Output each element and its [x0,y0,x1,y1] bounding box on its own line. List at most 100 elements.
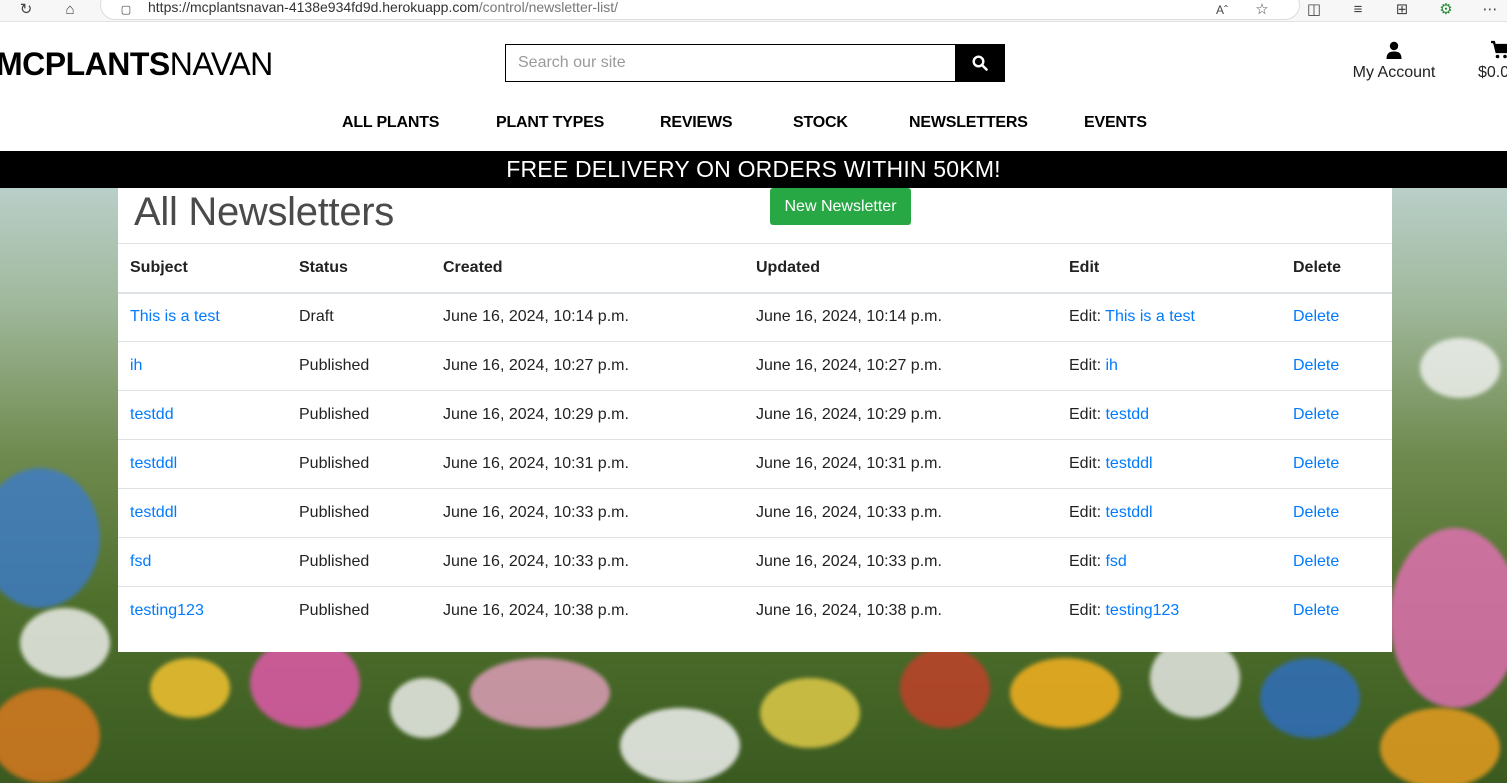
table-row: testddl Published June 16, 2024, 10:31 p.m… [118,439,1392,489]
cell-subject: testddl [118,439,287,489]
subject-link[interactable]: ih [130,357,142,374]
delete-link[interactable]: Delete [1293,357,1339,374]
edit-prefix: Edit: [1069,406,1102,423]
cell-edit: Edit: testddl [1057,439,1281,489]
address-url[interactable]: https://mcplantsnavan-4138e934fd9d.herok… [148,0,618,14]
cell-delete: Delete [1281,390,1392,440]
delete-link[interactable]: Delete [1293,553,1339,570]
delete-link[interactable]: Delete [1293,406,1339,423]
table-row: testddl Published June 16, 2024, 10:33 p.m… [118,488,1392,538]
home-icon[interactable]: ⌂ [62,2,78,18]
cell-status: Draft [287,292,431,342]
user-icon [1386,41,1402,59]
delete-link[interactable]: Delete [1293,504,1339,521]
edit-link[interactable]: ih [1105,357,1117,374]
cell-created: June 16, 2024, 10:38 p.m. [443,602,629,620]
subject-link[interactable]: testing123 [130,602,204,619]
page-title: All Newsletters [134,190,395,234]
cell-subject: testddl [118,488,287,538]
cart-link[interactable]: $0.0 [1478,40,1507,82]
more-menu-icon[interactable]: ⋯ [1482,2,1498,18]
search-button[interactable] [955,45,1004,81]
subject-link[interactable]: testdd [130,406,174,423]
cell-subject: ih [118,341,287,391]
delete-link[interactable]: Delete [1293,455,1339,472]
column-header-created: Created [431,243,744,294]
cell-edit: Edit: This is a test [1057,292,1281,342]
cell-status: Published [287,439,431,489]
cell-created: June 16, 2024, 10:33 p.m. [431,488,744,538]
cell-created: June 16, 2024, 10:14 p.m. [431,292,744,342]
cell-updated: June 16, 2024, 10:14 p.m. [744,292,1057,342]
extension-icon[interactable]: ⚙ [1438,2,1454,18]
my-account-link[interactable]: My Account [1340,40,1448,82]
nav-events[interactable]: EVENTS [1084,114,1147,132]
edit-link[interactable]: fsd [1105,553,1126,570]
cell-updated: June 16, 2024, 10:31 p.m. [744,439,1057,489]
cell-edit: Edit: testddl [1057,488,1281,538]
site-logo[interactable]: MCPLANTSNAVAN [0,46,273,82]
cell-updated: June 16, 2024, 10:29 p.m. [744,390,1057,440]
subject-link[interactable]: fsd [130,553,151,570]
url-host: https://mcplantsnavan-4138e934fd9d.herok… [148,0,479,15]
column-header-status: Status [287,243,431,294]
cell-edit: Edit: fsd [1057,537,1281,587]
favorites-list-icon[interactable]: ≡ [1350,2,1366,18]
new-newsletter-button[interactable]: New Newsletter [770,188,911,225]
table-row: testing123 Published June 16, 2024, 10:38 … [118,587,1392,636]
table-row: testdd Published June 16, 2024, 10:29 p.m.… [118,390,1392,440]
table-row: fsd Published June 16, 2024, 10:33 p.m. Jun… [118,537,1392,587]
cell-status: Published [287,390,431,440]
subject-link[interactable]: This is a test [130,308,220,325]
cell-subject: testing123 [118,587,287,636]
read-aloud-icon[interactable]: Aˆ [1214,2,1230,18]
newsletter-list-card: All Newsletters New Newsletter Subject S… [118,188,1392,652]
cell-edit: Edit: ih [1057,341,1281,391]
edit-prefix: Edit: [1069,357,1102,374]
edit-prefix: Edit: [1069,602,1102,620]
cell-subject: fsd [118,537,287,587]
nav-stock[interactable]: STOCK [793,114,848,132]
cell-updated: June 16, 2024, 10:38 p.m. [756,602,942,620]
subject-link[interactable]: testddl [130,455,177,472]
delete-link[interactable]: Delete [1293,602,1339,619]
nav-plant-types[interactable]: PLANT TYPES [496,114,604,132]
cell-subject: This is a test [118,292,287,342]
search-input[interactable] [506,45,955,81]
cell-delete: Delete [1281,537,1392,587]
cell-created: June 16, 2024, 10:31 p.m. [431,439,744,489]
favorite-star-icon[interactable]: ☆ [1254,2,1270,18]
edit-prefix: Edit: [1069,553,1102,570]
split-screen-icon[interactable]: ◫ [1306,2,1322,18]
url-path: /control/newsletter-list/ [478,0,619,15]
cell-delete: Delete [1281,341,1392,391]
cell-status: Published [299,602,370,620]
column-header-edit: Edit [1057,243,1281,294]
edit-link[interactable]: testdd [1105,406,1149,423]
edit-link[interactable]: This is a test [1105,308,1195,325]
collections-icon[interactable]: ⊞ [1394,2,1410,18]
nav-reviews[interactable]: REVIEWS [660,114,733,132]
cell-delete: Delete [1281,488,1392,538]
cart-total: $0.0 [1478,64,1507,81]
edit-link[interactable]: testddl [1105,504,1152,521]
nav-newsletters[interactable]: NEWSLETTERS [909,114,1028,132]
main-nav: ALL PLANTS PLANT TYPES REVIEWS STOCK NEW… [0,114,1507,144]
newsletter-table: Subject Status Created Updated Edit Dele… [118,243,1392,636]
edit-link[interactable]: testing123 [1105,602,1179,619]
cell-delete: Delete [1281,587,1392,636]
my-account-label: My Account [1352,64,1436,81]
nav-all-plants[interactable]: ALL PLANTS [342,114,439,132]
cell-status: Published [287,537,431,587]
cell-delete: Delete [1281,292,1392,342]
edit-prefix: Edit: [1069,455,1102,472]
subject-link[interactable]: testddl [130,504,177,521]
delete-link[interactable]: Delete [1293,308,1339,325]
column-header-subject: Subject [118,243,287,294]
edit-link[interactable]: testddl [1105,455,1152,472]
cell-status: Published [287,341,431,391]
site-info-icon[interactable]: ▢ [118,2,134,18]
refresh-icon[interactable]: ↻ [18,2,34,18]
cell-edit: Edit: testdd [1057,390,1281,440]
shopping-cart-icon [1491,40,1507,59]
